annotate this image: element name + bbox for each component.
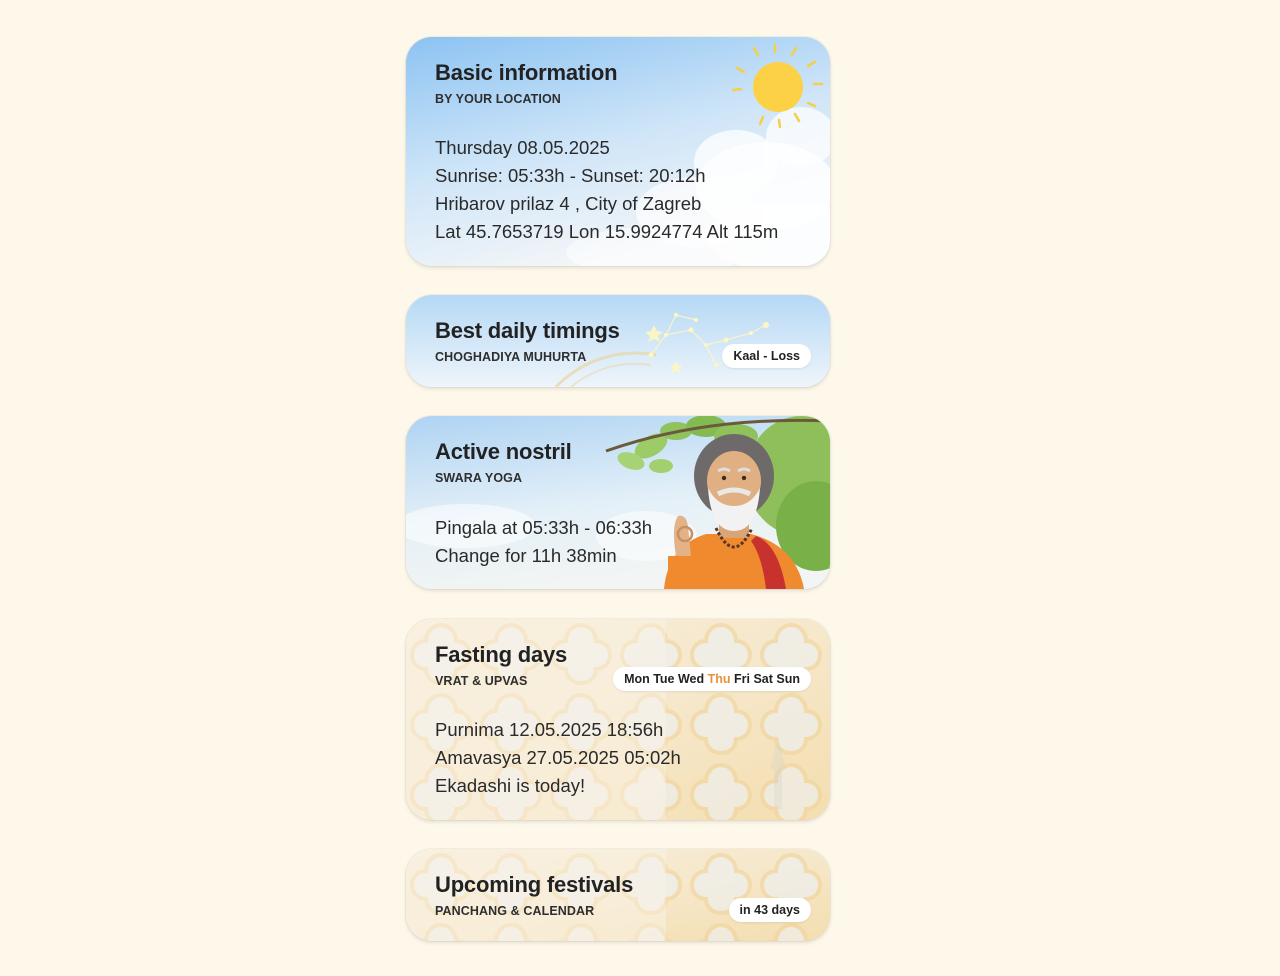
card-best-daily-timings[interactable]: Best daily timings CHOGHADIYA MUHURTA Ka…	[406, 295, 830, 387]
purnima-text: Purnima 12.05.2025 18:56h	[435, 719, 664, 740]
card-subtitle: SWARA YOGA	[435, 471, 523, 485]
nostril-change-text: Change for 11h 38min	[435, 545, 617, 566]
card-upcoming-festivals[interactable]: Upcoming festivals PANCHANG & CALENDAR i…	[406, 849, 830, 941]
choghadiya-badge: Kaal - Loss	[722, 344, 811, 368]
weekday-list-after: Fri Sat Sun	[730, 672, 800, 686]
weekday-active: Thu	[707, 672, 731, 686]
amavasya-text: Amavasya 27.05.2025 05:02h	[435, 747, 681, 768]
card-title: Basic information	[435, 60, 618, 85]
card-title: Fasting days	[435, 642, 568, 667]
card-title: Upcoming festivals	[435, 872, 634, 897]
weekday-list-before: Mon Tue Wed	[624, 672, 708, 686]
festival-countdown-badge: in 43 days	[728, 898, 811, 922]
nostril-period-text: Pingala at 05:33h - 06:33h	[435, 517, 653, 538]
card-subtitle: CHOGHADIYA MUHURTA	[435, 350, 587, 364]
weekday-badge: Mon Tue Wed Thu Fri Sat Sun	[613, 667, 811, 691]
sunrise-sunset-text: Sunrise: 05:33h - Sunset: 20:12h	[435, 165, 706, 186]
card-title: Best daily timings	[435, 318, 620, 343]
card-subtitle: VRAT & UPVAS	[435, 674, 528, 688]
date-text: Thursday 08.05.2025	[435, 137, 610, 158]
card-fasting-days[interactable]: Fasting days VRAT & UPVAS Mon Tue Wed Th…	[406, 619, 830, 820]
card-subtitle: BY YOUR LOCATION	[435, 92, 561, 106]
card-title: Active nostril	[435, 439, 572, 464]
card-basic-information[interactable]: Basic information BY YOUR LOCATION Thurs…	[406, 37, 830, 266]
ekadashi-text: Ekadashi is today!	[435, 775, 586, 796]
card-subtitle: PANCHANG & CALENDAR	[435, 904, 595, 918]
coordinates-text: Lat 45.7653719 Lon 15.9924774 Alt 115m	[435, 221, 779, 242]
address-text: Hribarov prilaz 4 , City of Zagreb	[435, 193, 702, 214]
card-active-nostril[interactable]: Active nostril SWARA YOGA Pingala at 05:…	[406, 416, 830, 589]
